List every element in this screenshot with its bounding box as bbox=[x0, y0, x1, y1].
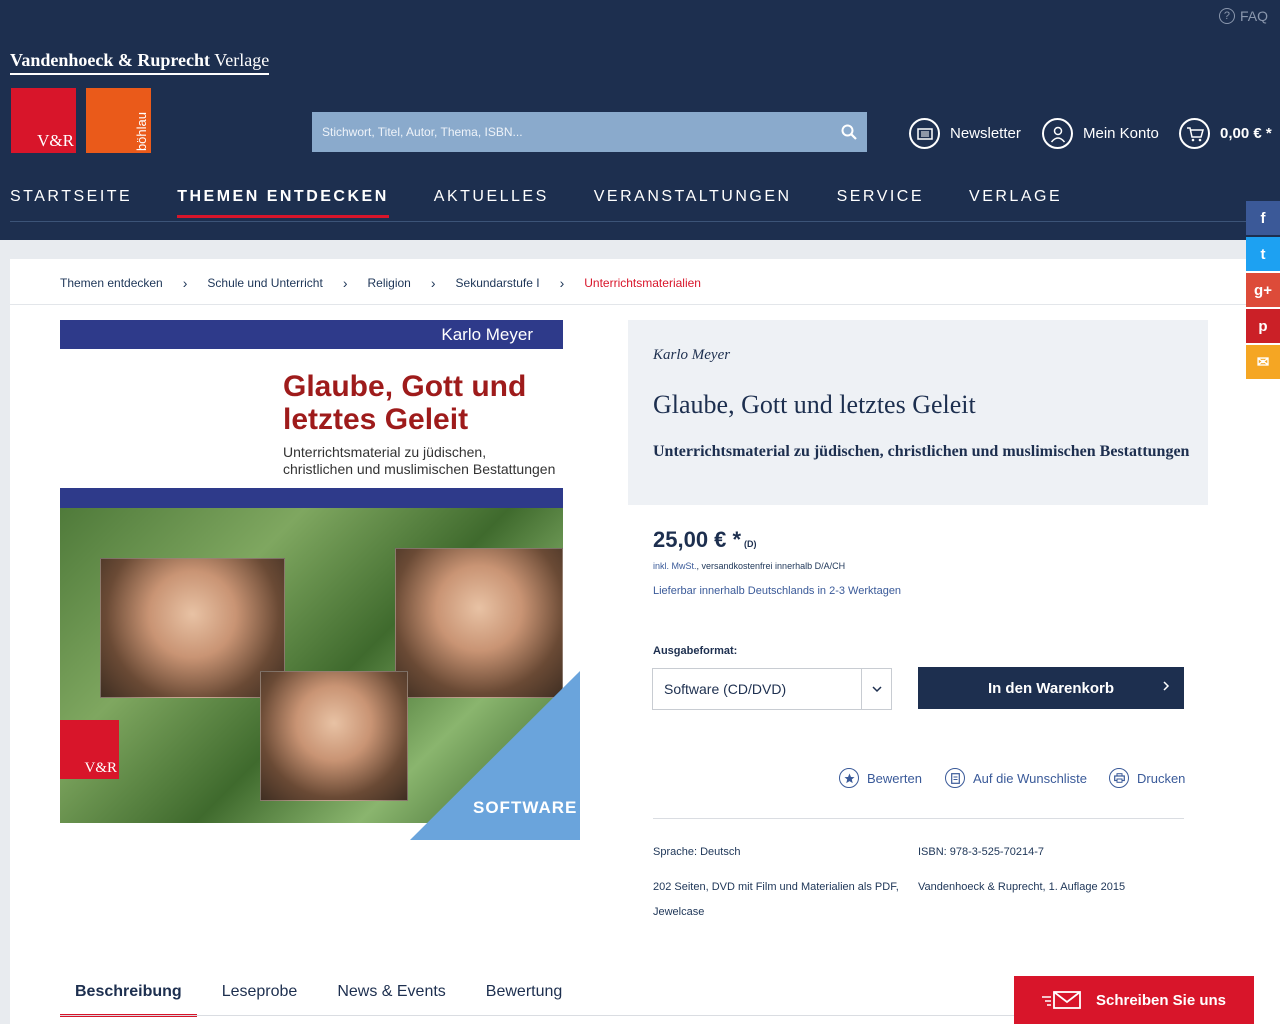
format-label: Ausgabeformat: bbox=[653, 645, 738, 657]
wishlist-button[interactable]: Auf die Wunschliste bbox=[945, 768, 1087, 788]
question-icon: ? bbox=[1218, 8, 1235, 24]
twitter-icon: t bbox=[1260, 245, 1266, 263]
tax-info: inkl. MwSt., versandkostenfrei innerhalb… bbox=[653, 561, 845, 571]
breadcrumb-current[interactable]: Unterrichtsmaterialien bbox=[584, 276, 701, 290]
mail-icon: ✉ bbox=[1256, 354, 1270, 371]
breadcrumb-item[interactable]: Themen entdecken bbox=[60, 276, 163, 290]
product-card: Themen entdecken › Schule und Unterricht… bbox=[10, 259, 1280, 1024]
cart-link[interactable]: 0,00 € * bbox=[1179, 118, 1272, 149]
breadcrumb-item[interactable]: Schule und Unterricht bbox=[207, 276, 322, 290]
nav-themen-entdecken[interactable]: THEMEN ENTDECKEN bbox=[177, 188, 389, 218]
shipping-info: , versandkostenfrei innerhalb D/A/CH bbox=[696, 561, 846, 571]
mail-share-button[interactable]: ✉ bbox=[1246, 345, 1280, 379]
rate-button[interactable]: Bewerten bbox=[839, 768, 922, 788]
vr-logo[interactable]: V&R bbox=[11, 88, 76, 153]
meta-publisher: Vandenhoeck & Ruprecht, 1. Auflage 2015 bbox=[918, 881, 1126, 893]
tab-beschreibung[interactable]: Beschreibung bbox=[60, 973, 197, 1017]
product-title: Glaube, Gott und letztes Geleit bbox=[653, 390, 976, 419]
site-header: ? FAQ Vandenhoeck & Ruprecht Verlage V&R… bbox=[0, 0, 1280, 240]
pinterest-share-button[interactable]: p bbox=[1246, 309, 1280, 343]
brand-light: Verlage bbox=[214, 50, 270, 70]
main-nav: STARTSEITE THEMEN ENTDECKEN AKTUELLES VE… bbox=[10, 188, 1107, 218]
meta-divider bbox=[653, 818, 1184, 819]
facebook-share-button[interactable]: f bbox=[1246, 201, 1280, 235]
user-icon bbox=[1042, 118, 1073, 149]
newsletter-label: Newsletter bbox=[950, 125, 1021, 142]
delivery-info: Lieferbar innerhalb Deutschlands in 2-3 … bbox=[653, 585, 902, 597]
account-label: Mein Konto bbox=[1083, 125, 1159, 142]
nav-verlage[interactable]: VERLAGE bbox=[969, 188, 1062, 218]
tax-link[interactable]: inkl. MwSt. bbox=[653, 561, 697, 571]
tab-news-events[interactable]: News & Events bbox=[322, 973, 460, 1017]
product-cover-image[interactable]: Karlo Meyer Glaube, Gott und letztes Gel… bbox=[60, 320, 580, 840]
tab-bewertung[interactable]: Bewertung bbox=[471, 973, 578, 1017]
add-to-cart-label: In den Warenkorb bbox=[987, 679, 1115, 697]
chevron-right-icon bbox=[1163, 681, 1170, 691]
gplus-icon: g+ bbox=[1254, 281, 1272, 299]
product-subtitle: Unterrichtsmaterial zu jüdischen, christ… bbox=[653, 443, 1190, 460]
envelope-icon bbox=[1041, 991, 1081, 1009]
meta-pages-line: 202 Seiten, DVD mit Film und Materialien… bbox=[653, 881, 899, 893]
chevron-right-icon: › bbox=[559, 275, 565, 291]
contact-label: Schreiben Sie uns bbox=[1095, 991, 1227, 1009]
chevron-right-icon: › bbox=[342, 275, 348, 291]
search-button[interactable] bbox=[831, 112, 867, 152]
vr-logo-text: V&R bbox=[37, 131, 74, 150]
twitter-share-button[interactable]: t bbox=[1246, 237, 1280, 271]
add-to-cart-button[interactable]: In den Warenkorb bbox=[918, 667, 1184, 709]
wishlist-label: Auf die Wunschliste bbox=[973, 770, 1087, 786]
product-tabs: Beschreibung Leseprobe News & Events Bew… bbox=[60, 973, 587, 1017]
meta-isbn: ISBN: 978-3-525-70214-7 bbox=[918, 846, 1044, 858]
document-icon bbox=[945, 768, 965, 788]
facebook-icon: f bbox=[1260, 209, 1266, 227]
rate-label: Bewerten bbox=[867, 770, 922, 786]
pinterest-icon: p bbox=[1258, 317, 1268, 335]
nav-divider bbox=[10, 221, 1270, 222]
printer-icon bbox=[1109, 768, 1129, 788]
faq-link[interactable]: ? FAQ bbox=[1218, 8, 1268, 24]
tab-leseprobe[interactable]: Leseprobe bbox=[207, 973, 313, 1017]
print-label: Drucken bbox=[1137, 770, 1186, 786]
contact-button[interactable]: Schreiben Sie uns bbox=[1014, 976, 1254, 1024]
meta-pages-line: Jewelcase bbox=[653, 906, 705, 918]
print-button[interactable]: Drucken bbox=[1109, 768, 1185, 788]
faq-label: FAQ bbox=[1239, 8, 1268, 24]
cart-total: 0,00 € * bbox=[1220, 125, 1272, 142]
nav-service[interactable]: SERVICE bbox=[837, 188, 924, 218]
meta-pages: 202 Seiten, DVD mit Film und Materialien… bbox=[653, 875, 899, 925]
chevron-right-icon: › bbox=[430, 275, 436, 291]
breadcrumb-divider bbox=[10, 304, 1280, 305]
search-bar bbox=[312, 112, 867, 152]
product-price: 25,00 € * bbox=[653, 527, 742, 552]
breadcrumb-item[interactable]: Religion bbox=[367, 276, 410, 290]
newsletter-icon bbox=[909, 118, 940, 149]
brand-bold: Vandenhoeck & Ruprecht bbox=[10, 50, 211, 70]
gplus-share-button[interactable]: g+ bbox=[1246, 273, 1280, 307]
brand-wordmark[interactable]: Vandenhoeck & Ruprecht Verlage bbox=[10, 50, 270, 75]
meta-language: Sprache: Deutsch bbox=[653, 846, 741, 858]
breadcrumb: Themen entdecken › Schule und Unterricht… bbox=[60, 275, 701, 291]
cart-icon bbox=[1179, 118, 1210, 149]
product-author[interactable]: Karlo Meyer bbox=[653, 347, 730, 364]
cover-software-corner bbox=[410, 671, 580, 840]
nav-aktuelles[interactable]: AKTUELLES bbox=[434, 188, 549, 218]
nav-veranstaltungen[interactable]: VERANSTALTUNGEN bbox=[594, 188, 792, 218]
breadcrumb-item[interactable]: Sekundarstufe I bbox=[456, 276, 540, 290]
chevron-right-icon: › bbox=[182, 275, 188, 291]
star-icon bbox=[839, 768, 859, 788]
search-input[interactable] bbox=[312, 125, 831, 139]
bohlau-logo[interactable]: böhlau bbox=[86, 88, 151, 153]
cover-badge: SOFTWARE bbox=[473, 798, 578, 817]
price-region: (D) bbox=[744, 539, 757, 549]
newsletter-link[interactable]: Newsletter bbox=[909, 118, 1021, 149]
bohlau-logo-text: böhlau bbox=[134, 111, 149, 151]
account-link[interactable]: Mein Konto bbox=[1042, 118, 1159, 149]
product-header-box: Karlo Meyer Glaube, Gott und letztes Gel… bbox=[628, 320, 1208, 505]
nav-startseite[interactable]: STARTSEITE bbox=[10, 188, 132, 218]
chevron-down-icon bbox=[861, 669, 891, 709]
search-icon bbox=[841, 124, 857, 140]
format-select[interactable]: Software (CD/DVD) bbox=[652, 668, 892, 710]
format-selected-value: Software (CD/DVD) bbox=[664, 681, 787, 697]
